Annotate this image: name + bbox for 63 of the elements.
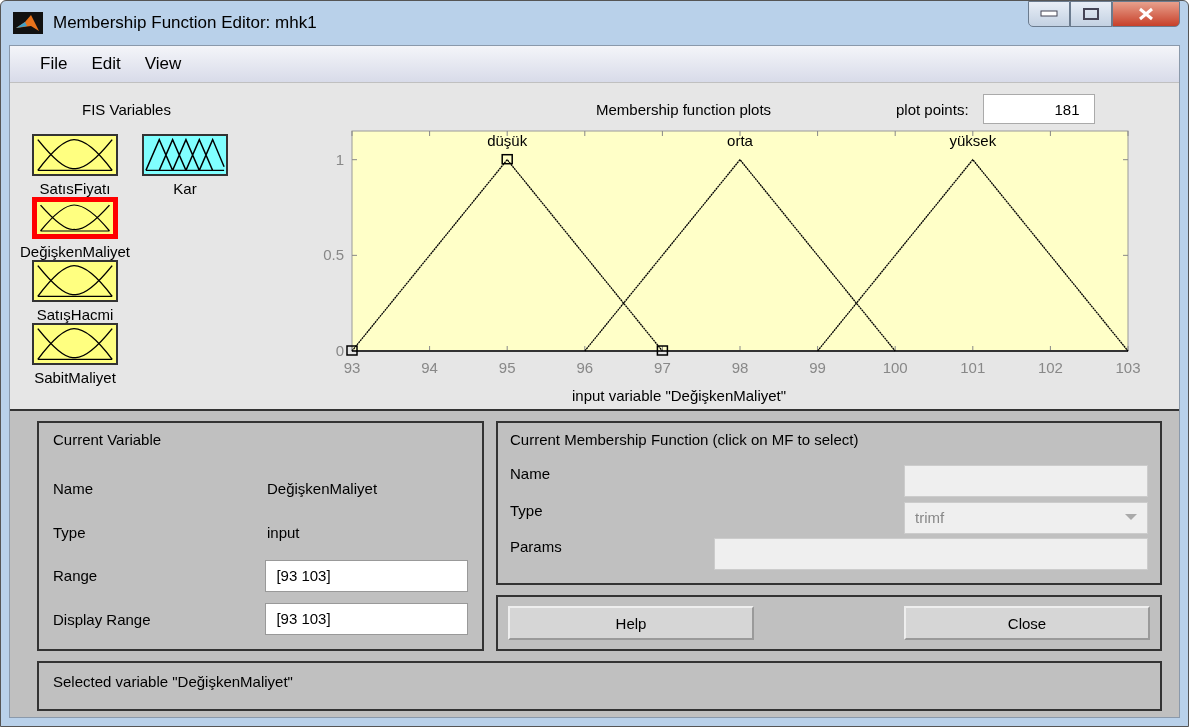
- panel-title: Current Membership Function (click on MF to select): [510, 431, 860, 450]
- variable-icon[interactable]: [32, 197, 118, 239]
- input-field[interactable]: [93 103]: [265, 603, 468, 636]
- variable-icon[interactable]: [142, 134, 228, 176]
- x-tick-label: 100: [882, 359, 908, 376]
- window-title: Membership Function Editor: mhk1: [53, 13, 317, 33]
- x-tick-label: 101: [960, 359, 986, 376]
- minimize-button[interactable]: [1028, 1, 1070, 27]
- close-button[interactable]: [1112, 1, 1180, 27]
- field-label: Type: [53, 523, 87, 541]
- x-tick-label: 103: [1115, 359, 1141, 376]
- field-label: Params: [510, 538, 563, 556]
- caret-icon: [1125, 514, 1137, 522]
- menu-item[interactable]: Edit: [81, 52, 131, 76]
- push-button[interactable]: Close: [904, 606, 1150, 640]
- section-title: FIS Variables: [82, 101, 172, 118]
- variable-icon[interactable]: [32, 260, 118, 302]
- variable-label: SabitMaliyet: [34, 369, 116, 386]
- variable-icon[interactable]: [32, 134, 118, 176]
- x-tick-label: 93: [343, 359, 361, 376]
- maximize-icon: [1083, 8, 1099, 20]
- input-field[interactable]: [93 103]: [265, 559, 468, 592]
- y-tick-label: 0: [335, 342, 344, 359]
- variable-label: SatısFiyatı: [39, 180, 111, 197]
- field-label: plot points:: [896, 100, 969, 118]
- x-tick-label: 95: [498, 359, 516, 376]
- variable-label: SatışHacmi: [36, 306, 114, 323]
- x-tick-label: 94: [421, 359, 438, 376]
- field-label: Name: [510, 464, 551, 482]
- push-button[interactable]: Help: [508, 606, 754, 640]
- status-text: Selected variable "DeğişkenMaliyet": [53, 673, 293, 690]
- field-label: Type: [510, 501, 544, 519]
- variable-label: DeğişkenMaliyet: [19, 243, 130, 260]
- membership-curve[interactable]: [346, 153, 669, 356]
- variable-icon[interactable]: [32, 323, 118, 365]
- field-label: Display Range: [53, 610, 152, 628]
- x-tick-label: 99: [809, 359, 826, 376]
- panel-title: Current Variable: [53, 431, 163, 450]
- plot-points-field[interactable]: 181: [982, 94, 1095, 124]
- field-label: Name: [53, 479, 94, 497]
- x-tick-label: 102: [1037, 359, 1063, 376]
- y-tick-label: 0.5: [323, 246, 344, 264]
- plot-title: Membership function plots: [596, 100, 773, 118]
- membership-curve[interactable]: [584, 158, 896, 352]
- curve-label: düşük: [487, 131, 528, 149]
- menu-item[interactable]: File: [30, 52, 78, 76]
- app-logo-icon: [13, 12, 43, 34]
- membership-curve[interactable]: [816, 158, 1129, 352]
- field-value: DeğişkenMaliyet: [267, 479, 378, 497]
- x-tick-label: 96: [576, 359, 594, 376]
- x-tick-label: 97: [654, 359, 671, 376]
- close-icon: [1138, 7, 1154, 21]
- field-value: input: [267, 523, 300, 541]
- x-tick-label: 98: [731, 359, 749, 376]
- y-tick-label: 1: [335, 150, 344, 168]
- field-label: Range: [53, 567, 99, 585]
- maximize-button[interactable]: [1070, 1, 1112, 27]
- curve-label: orta: [727, 131, 753, 149]
- curve-label: yüksek: [949, 131, 997, 149]
- axis-label: input variable "DeğişkenMaliyet": [572, 387, 788, 404]
- minimize-icon: [1040, 10, 1058, 18]
- menu-item[interactable]: View: [134, 52, 192, 76]
- variable-label: Kar: [173, 180, 197, 197]
